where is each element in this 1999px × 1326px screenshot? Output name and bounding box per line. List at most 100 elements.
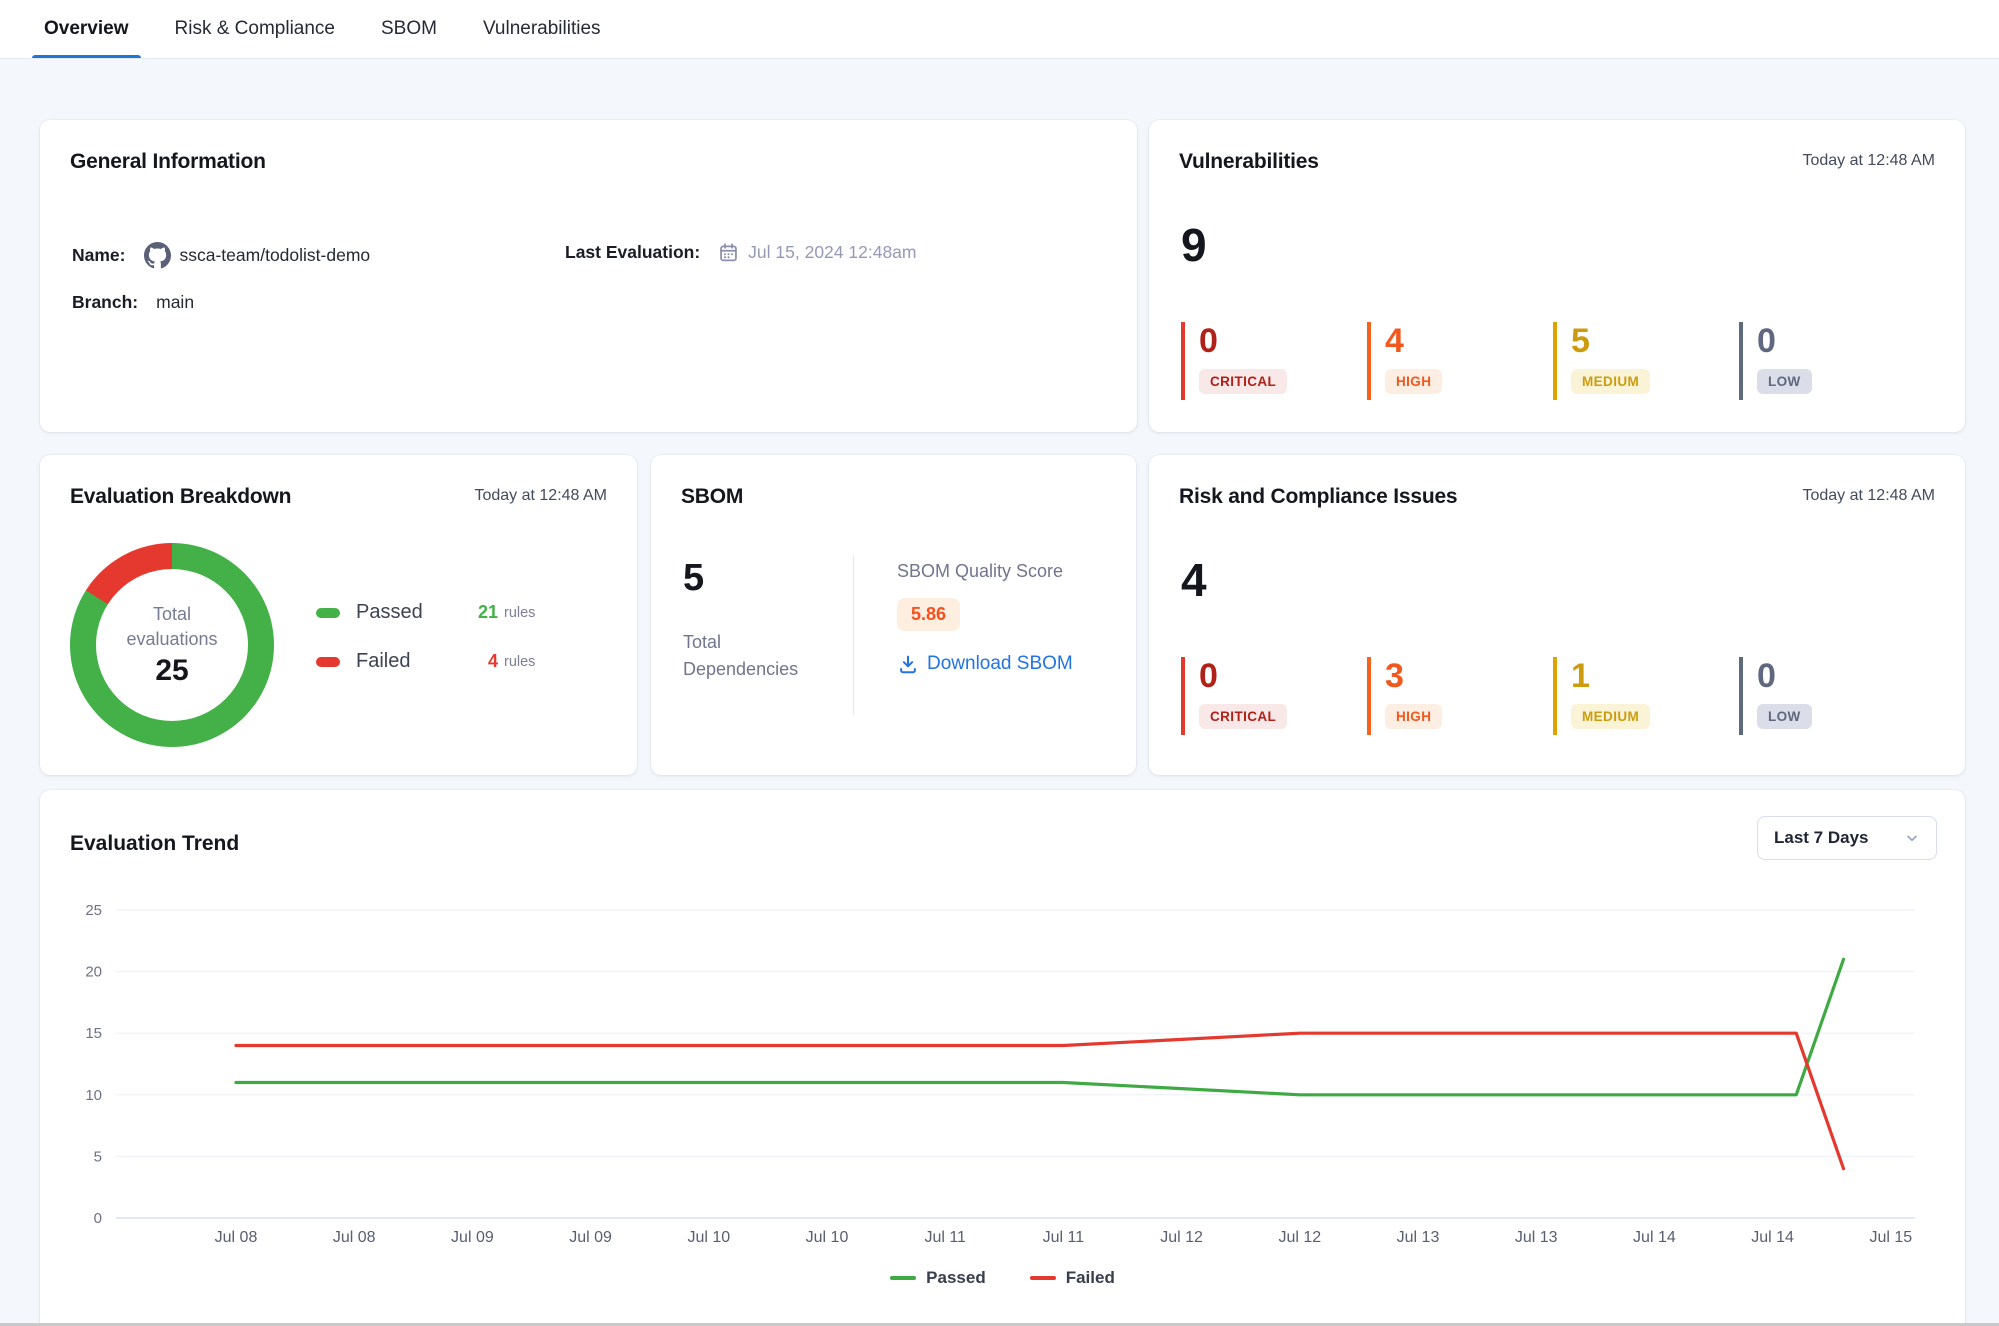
severity-item-critical: 0 CRITICAL <box>1181 322 1367 400</box>
legend-count: 4 <box>460 651 498 672</box>
x-tick-label: Jul 09 <box>451 1229 494 1246</box>
breakdown-legend: Passed21 rules Failed4 rules <box>316 601 535 673</box>
dashboard-page: { "colors": { "accent_blue": "#1B78D9", … <box>0 0 1999 1326</box>
vulnerabilities-total: 9 <box>1181 222 1207 268</box>
legend-line-swatch-icon <box>890 1276 916 1280</box>
chart-legend-item-failed: Failed <box>1030 1268 1115 1288</box>
severity-badge: CRITICAL <box>1199 369 1287 394</box>
severity-badge: LOW <box>1757 704 1812 729</box>
card-title-vulnerabilities: Vulnerabilities <box>1179 150 1319 174</box>
total-dependencies-value: 5 <box>683 557 704 600</box>
y-tick-label: 20 <box>85 964 102 981</box>
last-evaluation-value: Jul 15, 2024 12:48am <box>748 242 916 263</box>
evaluations-donut-chart: Total evaluations 25 <box>70 543 274 747</box>
tab-overview[interactable]: Overview <box>44 0 129 58</box>
vulnerabilities-severity-row: 0CRITICAL4HIGH5MEDIUM0LOW <box>1181 322 1925 400</box>
severity-badge: HIGH <box>1385 369 1442 394</box>
donut-total-value: 25 <box>155 654 188 688</box>
severity-badge: HIGH <box>1385 704 1442 729</box>
severity-badge: CRITICAL <box>1199 704 1287 729</box>
x-tick-label: Jul 12 <box>1160 1229 1203 1246</box>
time-range-value: Last 7 Days <box>1774 828 1869 848</box>
legend-label: Failed <box>356 650 460 673</box>
tab-label: Risk & Compliance <box>175 18 336 40</box>
severity-count: 0 <box>1199 324 1367 360</box>
legend-count: 21 <box>460 602 498 623</box>
tab-label: SBOM <box>381 18 437 40</box>
y-tick-label: 25 <box>85 902 102 919</box>
legend-label: Passed <box>356 601 460 624</box>
chart-legend: Passed Failed <box>40 1268 1965 1288</box>
donut-center-label: Total evaluations <box>114 602 230 651</box>
legend-series-name: Failed <box>1066 1268 1115 1288</box>
tab-vulnerabilities[interactable]: Vulnerabilities <box>483 0 601 58</box>
vulnerabilities-card: Vulnerabilities Today at 12:48 AM 9 0CRI… <box>1149 120 1965 432</box>
tab-label: Vulnerabilities <box>483 18 601 40</box>
risk-compliance-severity-row: 0 CRITICAL 3HIGH 1 MEDIUM 0LOW <box>1181 657 1925 735</box>
y-tick-label: 5 <box>94 1148 102 1165</box>
y-tick-label: 10 <box>85 1087 102 1104</box>
branch-value: main <box>156 292 194 313</box>
x-tick-label: Jul 13 <box>1397 1229 1440 1246</box>
risk-compliance-timestamp: Today at 12:48 AM <box>1802 485 1935 505</box>
sbom-quality-section: SBOM Quality Score 5.86 Download SBOM <box>897 561 1073 675</box>
severity-count: 4 <box>1385 324 1553 360</box>
y-tick-label: 0 <box>94 1210 102 1227</box>
x-tick-label: Jul 14 <box>1751 1229 1794 1246</box>
tab-sbom[interactable]: SBOM <box>381 0 437 58</box>
card-title-evaluation-breakdown: Evaluation Breakdown <box>70 485 291 509</box>
severity-item-low: 0LOW <box>1739 322 1925 400</box>
severity-badge: MEDIUM <box>1571 704 1650 729</box>
card-title-general-information: General Information <box>70 150 266 174</box>
series-line-passed <box>236 959 1844 1095</box>
severity-item-high: 4 HIGH <box>1367 322 1553 400</box>
general-information-card: General Information Name: ssca-team/todo… <box>40 120 1137 432</box>
repo-name-value: ssca-team/todolist-demo <box>180 245 371 266</box>
severity-badge: LOW <box>1757 369 1812 394</box>
severity-item-high: 3HIGH <box>1367 657 1553 735</box>
breakdown-legend-row: Failed4 rules <box>316 650 535 673</box>
evaluation-breakdown-card: Evaluation Breakdown Today at 12:48 AM T… <box>40 455 637 775</box>
series-line-failed <box>236 1033 1844 1169</box>
time-range-dropdown[interactable]: Last 7 Days <box>1757 816 1937 860</box>
github-icon <box>144 242 171 269</box>
x-tick-label: Jul 11 <box>1043 1229 1085 1246</box>
severity-badge: MEDIUM <box>1571 369 1650 394</box>
chart-legend-item-passed: Passed <box>890 1268 986 1288</box>
donut-center: Total evaluations 25 <box>96 569 248 721</box>
legend-series-name: Passed <box>926 1268 986 1288</box>
severity-item-medium: 1 MEDIUM <box>1553 657 1739 735</box>
x-tick-label: Jul 08 <box>333 1229 376 1246</box>
evaluation-trend-chart: 0510152025Jul 08Jul 08Jul 09Jul 09Jul 10… <box>70 890 1935 1265</box>
x-tick-label: Jul 15 <box>1869 1229 1912 1246</box>
x-tick-label: Jul 08 <box>215 1229 258 1246</box>
tab-risk-compliance[interactable]: Risk & Compliance <box>175 0 336 58</box>
card-title-evaluation-trend: Evaluation Trend <box>70 832 239 856</box>
chevron-down-icon <box>1904 830 1920 846</box>
x-tick-label: Jul 09 <box>569 1229 612 1246</box>
risk-compliance-card: Risk and Compliance Issues Today at 12:4… <box>1149 455 1965 775</box>
severity-count: 0 <box>1199 659 1367 695</box>
severity-count: 1 <box>1571 659 1739 695</box>
card-title-sbom: SBOM <box>681 485 743 509</box>
card-title-risk-compliance: Risk and Compliance Issues <box>1179 485 1457 509</box>
severity-item-low: 0LOW <box>1739 657 1925 735</box>
evaluation-trend-card: Evaluation Trend Last 7 Days 0 5 10 15 20 25 J… <box>40 790 1965 1326</box>
x-tick-label: Jul 12 <box>1278 1229 1321 1246</box>
download-icon <box>897 653 919 675</box>
tab-label: Overview <box>44 18 129 40</box>
legend-unit: rules <box>504 654 535 670</box>
y-tick-label: 15 <box>85 1025 102 1042</box>
tab-bar: Overview Risk & Compliance SBOM Vulnerab… <box>0 0 1999 59</box>
severity-item-critical: 0 CRITICAL <box>1181 657 1367 735</box>
legend-swatch-icon <box>316 657 340 667</box>
risk-compliance-total: 4 <box>1181 557 1207 603</box>
legend-unit: rules <box>504 605 535 621</box>
download-sbom-link[interactable]: Download SBOM <box>897 653 1073 675</box>
breakdown-legend-row: Passed21 rules <box>316 601 535 624</box>
legend-line-swatch-icon <box>1030 1276 1056 1280</box>
evaluation-breakdown-timestamp: Today at 12:48 AM <box>474 485 607 505</box>
legend-swatch-icon <box>316 608 340 618</box>
sbom-quality-score-badge: 5.86 <box>897 598 960 631</box>
branch-label: Branch: <box>72 292 138 313</box>
